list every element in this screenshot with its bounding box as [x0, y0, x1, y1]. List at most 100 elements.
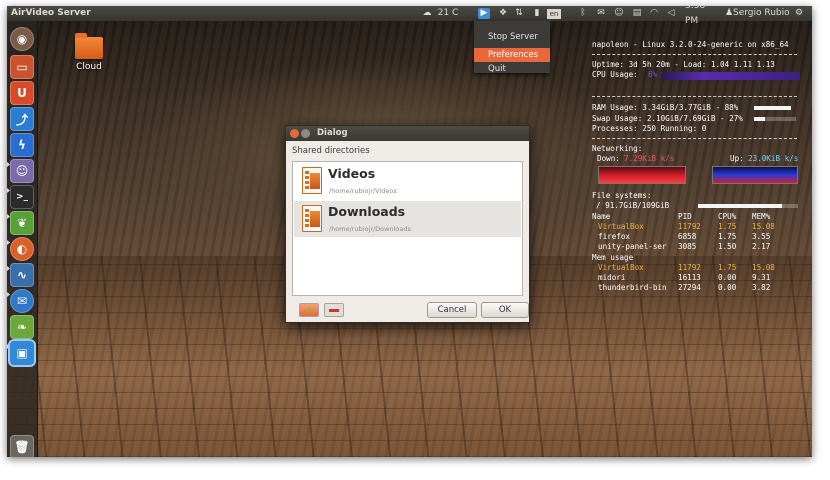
proc-cpu: 1.75: [718, 232, 737, 241]
weather-indicator[interactable]: 21 C: [435, 6, 461, 21]
airvideo-launcher-icon[interactable]: ▣: [10, 341, 34, 365]
bluetooth-icon[interactable]: ᛒ: [577, 6, 589, 21]
remove-directory-button[interactable]: [324, 303, 344, 317]
list-item[interactable]: Videos /home/rubiojr/Videos: [294, 163, 521, 199]
app-icon-3[interactable]: ⤴: [10, 107, 34, 131]
session-gear-icon[interactable]: ⚙: [792, 6, 806, 21]
system-monitor-icon[interactable]: ∿: [10, 263, 34, 287]
mail-icon[interactable]: ✉: [595, 6, 607, 21]
cpu-usage-label: CPU Usage:: [592, 70, 638, 79]
battery-icon[interactable]: ▮: [531, 6, 543, 21]
launcher: ◉ ▭ U ⤴ ϟ ☺ >_ ❦ ◐ ∿ ✉ ❧ ▣ 🗑: [7, 21, 38, 457]
user-name[interactable]: Sergio Rubio: [733, 6, 791, 21]
chat-icon[interactable]: ▤: [631, 6, 643, 21]
cpu-usage-value: 6%: [648, 70, 658, 79]
filesystem-usage: / 91.7GiB/109GiB: [596, 201, 670, 210]
midori-icon[interactable]: ❦: [10, 211, 34, 235]
upload-graph: [712, 166, 798, 184]
dialog-titlebar[interactable]: Dialog: [286, 126, 529, 141]
terminal-icon[interactable]: >_: [10, 185, 34, 209]
filesystem-bar-fill: [698, 204, 782, 208]
close-icon[interactable]: [290, 129, 299, 138]
proc-cpu: 1.75: [718, 222, 737, 231]
menu-item-stop-server[interactable]: Stop Server: [474, 30, 550, 44]
proc-name: firefox: [598, 232, 631, 241]
thunderbird-icon[interactable]: ✉: [10, 289, 34, 313]
proc-mem: 3.82: [752, 283, 771, 292]
col-name: Name: [592, 212, 611, 221]
proc-name: unity-panel-ser: [598, 242, 667, 251]
col-mem: MEM%: [752, 212, 771, 221]
row-path: /home/rubiojr/Videos: [329, 187, 397, 195]
proc-pid: 3085: [678, 242, 697, 251]
dash-home-icon[interactable]: ◉: [10, 27, 34, 51]
video-folder-icon: [302, 205, 322, 232]
proc-name: midori: [598, 273, 626, 282]
upload-speed: 23.0KiB k/s: [748, 154, 799, 163]
running-indicator: [7, 240, 10, 245]
files-app-icon[interactable]: ▭: [10, 55, 34, 79]
firefox-icon[interactable]: ◐: [10, 237, 34, 261]
dropbox-icon[interactable]: ❖: [497, 6, 509, 21]
system-header: napoleon - Linux 3.2.0-24-generic on x86…: [592, 40, 789, 49]
proc-mem: 15.08: [752, 263, 775, 272]
proc-cpu: 0.00: [718, 283, 737, 292]
download-label: Down:: [597, 154, 620, 163]
menu-item-quit[interactable]: Quit: [474, 62, 550, 76]
proc-cpu: 1.50: [718, 242, 737, 251]
network-icon[interactable]: ⇅: [513, 6, 525, 21]
directory-list[interactable]: Videos /home/rubiojr/Videos Downloads /h…: [292, 161, 523, 296]
process-count: Processes: 250 Running: 0: [592, 124, 707, 133]
swap-usage: Swap Usage: 2.10GiB/7.69GiB - 27%: [592, 114, 743, 123]
proc-pid: 27294: [678, 283, 701, 292]
proc-mem: 3.55: [752, 232, 771, 241]
divider: [592, 54, 797, 55]
proc-pid: 11792: [678, 263, 701, 272]
list-item[interactable]: Downloads /home/rubiojr/Downloads: [294, 201, 521, 237]
proc-name: VirtualBox: [598, 222, 644, 231]
minimize-icon[interactable]: [301, 129, 310, 138]
cancel-button[interactable]: Cancel: [427, 302, 477, 318]
menu-item-preferences[interactable]: Preferences: [474, 48, 550, 62]
pidgin-icon[interactable]: ☺: [10, 159, 34, 183]
desktop-icon-label[interactable]: Cloud: [69, 62, 109, 72]
app-icon-leaf[interactable]: ❧: [10, 315, 34, 339]
messaging-icon[interactable]: ☺: [613, 6, 625, 21]
trash-icon[interactable]: 🗑: [10, 435, 34, 457]
folder-icon[interactable]: [75, 33, 103, 59]
file-systems-label: File systems:: [592, 191, 652, 200]
proc-mem: 9.31: [752, 273, 771, 282]
app-icon-4[interactable]: ϟ: [10, 133, 34, 157]
airvideo-tray-icon[interactable]: ▶: [478, 8, 490, 19]
cpu-graph: [662, 72, 800, 80]
col-cpu: CPU%: [718, 212, 737, 221]
mem-usage-label: Mem usage: [592, 253, 634, 262]
app-title: AirVideo Server: [11, 8, 91, 18]
add-directory-button[interactable]: +: [299, 303, 319, 317]
top-panel: AirVideo Server ☁ 21 C ▶ ❖ ⇅ ▮ en ᛒ ✉ ☺ …: [7, 6, 812, 26]
ram-usage: RAM Usage: 3.34GiB/3.77GiB - 88%: [592, 103, 739, 112]
download-speed: 7.29KiB k/s: [624, 154, 675, 163]
cloud-icon[interactable]: ☁: [421, 6, 433, 21]
col-pid: PID: [678, 212, 692, 221]
volume-icon[interactable]: ◁: [665, 6, 677, 21]
indicator-menu: Stop Server Preferences Quit: [474, 21, 550, 76]
proc-pid: 16113: [678, 273, 701, 282]
divider: [592, 96, 797, 97]
uptime-line: Uptime: 3d 5h 20m - Load: 1.04 1.11 1.13: [592, 60, 775, 69]
running-indicator: [7, 292, 10, 297]
keyboard-indicator[interactable]: en: [547, 9, 561, 19]
software-center-icon[interactable]: U: [10, 81, 34, 105]
dialog-title: Dialog: [317, 128, 348, 138]
clock[interactable]: 3:58 PM: [685, 6, 719, 26]
preferences-dialog: Dialog Shared directories Videos /home/r…: [285, 125, 530, 323]
video-folder-icon: [302, 167, 322, 194]
minus-icon: [329, 309, 339, 312]
row-path: /home/rubiojr/Downloads: [329, 225, 411, 233]
proc-pid: 11792: [678, 222, 701, 231]
desktop: AirVideo Server ☁ 21 C ▶ ❖ ⇅ ▮ en ᛒ ✉ ☺ …: [7, 6, 812, 457]
ok-button[interactable]: OK: [481, 302, 529, 318]
proc-name: thunderbird-bin: [598, 283, 667, 292]
wifi-icon[interactable]: ◠: [647, 6, 661, 21]
proc-name: VirtualBox: [598, 263, 644, 272]
